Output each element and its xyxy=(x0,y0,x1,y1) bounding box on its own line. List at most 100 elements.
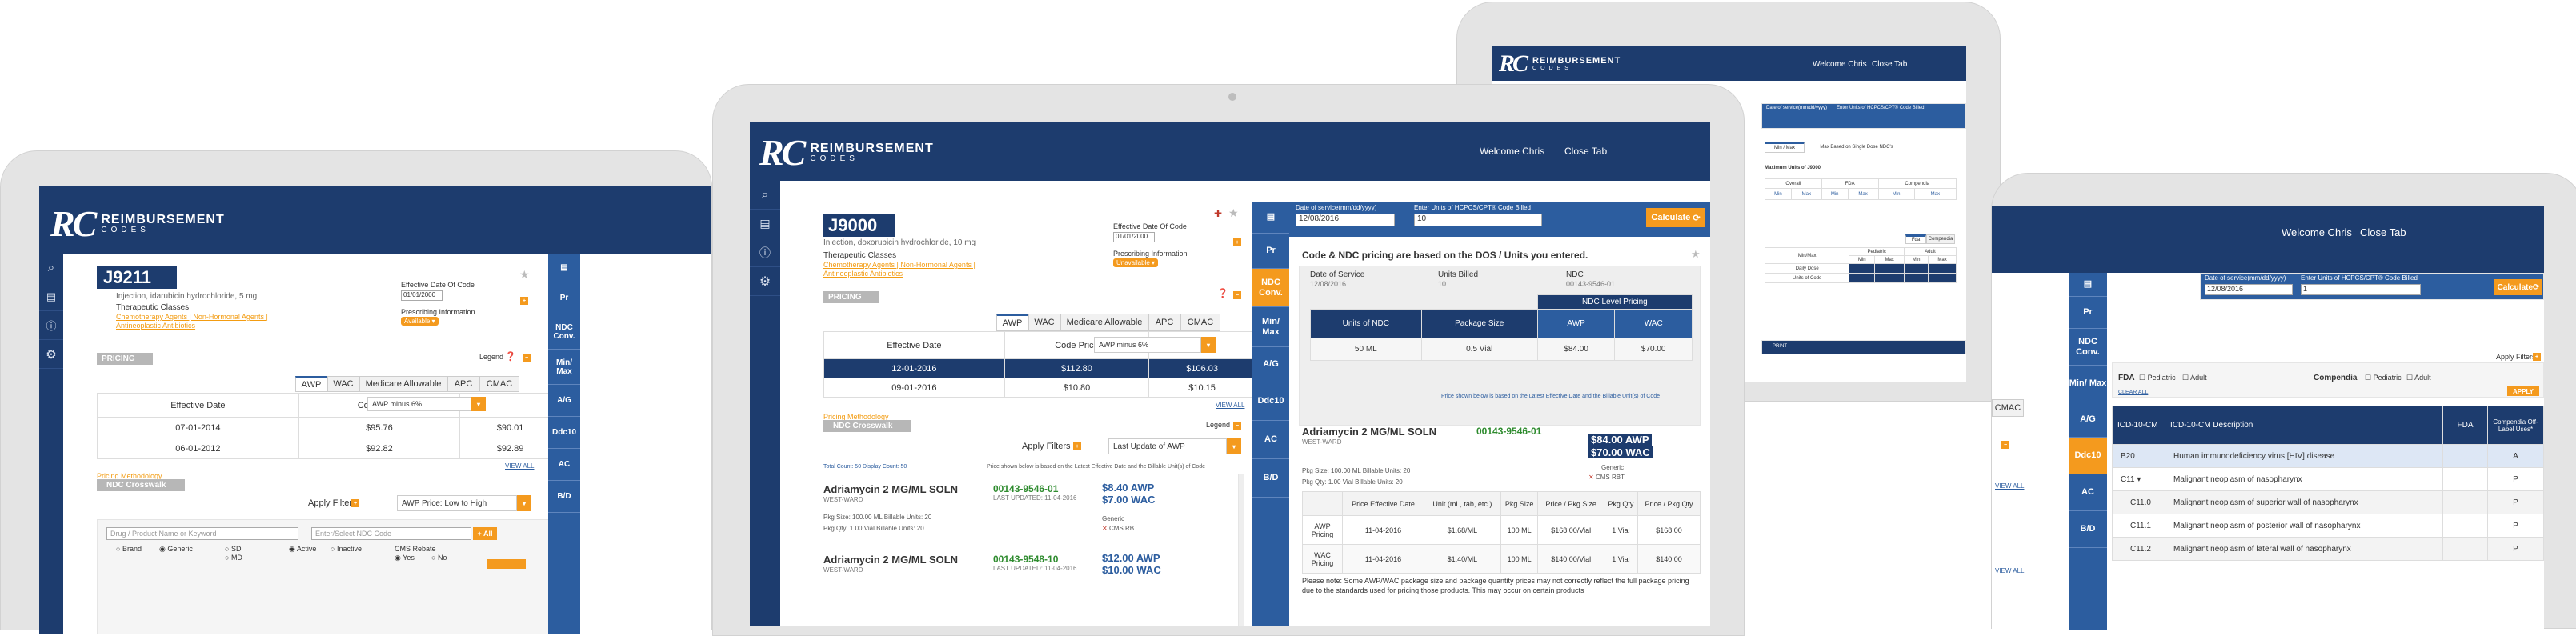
awp-select-toggle[interactable]: ▾ xyxy=(1201,337,1216,353)
close-tab-link[interactable]: Close Tab xyxy=(1872,60,1907,69)
effective-date-field[interactable]: 01/01/2000 xyxy=(401,290,443,301)
nav-ndc-conv[interactable]: NDC Conv. xyxy=(1252,269,1289,307)
nav-pr[interactable]: Pr xyxy=(548,282,580,314)
tab-min-max[interactable]: Min / Max xyxy=(1765,142,1805,153)
therapeutic-link-2[interactable]: Antineoplastic Antibiotics xyxy=(116,322,195,330)
tab-wac[interactable]: WAC xyxy=(327,376,359,392)
cms-no[interactable]: ○ No xyxy=(431,554,447,562)
ndc-code-input[interactable]: Enter/Select NDC Code xyxy=(311,527,471,540)
nav-min-max[interactable]: Min/ Max xyxy=(1252,307,1289,347)
tab-medicare[interactable]: Medicare Allowable xyxy=(1060,314,1148,331)
sort-select[interactable]: Last Update of AWP xyxy=(1108,438,1227,454)
therapeutic-link-1[interactable]: Chemotherapy Agents | Non-Hormonal Agent… xyxy=(116,313,268,321)
nav-ndc-conv[interactable]: NDC Conv. xyxy=(2069,329,2107,366)
help-icon[interactable]: ❓ xyxy=(1217,288,1228,298)
calculate-button[interactable]: Calculate ⟳ xyxy=(2494,279,2542,295)
therapeutic-link-2[interactable]: Antineoplastic Antibiotics xyxy=(823,270,903,278)
nav-bd[interactable]: B/D xyxy=(2069,511,2107,548)
view-all-link-2[interactable]: VIEW ALL xyxy=(1995,567,2024,574)
effective-date-field[interactable]: 01/01/2000 xyxy=(1113,232,1155,242)
tab-cmac[interactable]: CMAC xyxy=(479,376,519,392)
nav-ag[interactable]: A/G xyxy=(2069,402,2107,438)
nav-search-icon[interactable]: ▤ xyxy=(548,254,580,282)
print-button[interactable]: PRINT xyxy=(1773,344,1787,349)
gear-icon[interactable]: ⚙ xyxy=(750,267,780,296)
nav-search-icon[interactable]: ▤ xyxy=(2069,273,2107,297)
calendar-icon[interactable]: ▤ xyxy=(750,210,780,238)
view-all-link[interactable]: VIEW ALL xyxy=(1216,402,1244,409)
calculate-button[interactable]: Calculate ⟳ xyxy=(1646,208,1705,227)
search-icon[interactable]: ⌕ xyxy=(39,254,63,282)
dos-input[interactable]: 12/08/2016 xyxy=(1296,214,1395,226)
tab-apc[interactable]: APC xyxy=(1148,314,1180,331)
prescribing-badge[interactable]: Available ▾ xyxy=(401,317,439,326)
nav-ddc10[interactable]: Ddc10 xyxy=(1252,382,1289,421)
radio-md[interactable]: ○ MD xyxy=(225,554,242,562)
expand-button[interactable]: + xyxy=(1233,238,1241,246)
collapse-button[interactable]: − xyxy=(523,354,531,362)
calendar-icon[interactable]: ▤ xyxy=(39,282,63,311)
radio-generic[interactable]: ◉ Generic xyxy=(159,545,193,554)
tab-cmac[interactable]: CMAC xyxy=(1180,314,1220,331)
search-submit[interactable] xyxy=(487,559,526,569)
nav-bd[interactable]: B/D xyxy=(1252,459,1289,498)
nav-min-max[interactable]: Min/ Max xyxy=(548,350,580,385)
tab-fda[interactable]: Fda xyxy=(1905,234,1926,244)
legend-toggle[interactable]: − xyxy=(1233,422,1241,430)
sort-select-toggle[interactable]: ▾ xyxy=(1227,438,1241,454)
expand-button[interactable]: + xyxy=(520,297,528,305)
help-icon[interactable]: ❓ xyxy=(505,351,516,362)
close-tab-link[interactable]: Close Tab xyxy=(2360,226,2406,238)
awp-select[interactable]: AWP minus 6% xyxy=(367,397,471,411)
drug-ndc[interactable]: 00143-9546-01 xyxy=(993,483,1058,494)
scrollbar[interactable] xyxy=(1238,474,1244,626)
add-all-button[interactable]: + All xyxy=(473,527,497,540)
legend-link[interactable]: Legend xyxy=(479,353,503,361)
view-all-link[interactable]: VIEW ALL xyxy=(505,462,534,470)
nav-min-max[interactable]: Min/ Max xyxy=(2069,366,2107,402)
awp-select[interactable]: AWP minus 6% xyxy=(1094,337,1201,353)
nav-ddc10[interactable]: Ddc10 xyxy=(548,417,580,449)
collapse-button[interactable]: − xyxy=(1233,291,1241,299)
tab-awp[interactable]: AWP xyxy=(996,314,1028,331)
collapse-button[interactable]: − xyxy=(2001,441,2009,449)
close-tab-link[interactable]: Close Tab xyxy=(1564,146,1607,157)
tab-wac[interactable]: WAC xyxy=(1028,314,1060,331)
units-input[interactable]: 10 xyxy=(1414,214,1542,226)
dos-input[interactable]: 12/08/2016 xyxy=(2205,284,2293,295)
drug-ndc-2[interactable]: 00143-9548-10 xyxy=(993,554,1058,565)
units-input[interactable]: 1 xyxy=(2301,284,2421,295)
nav-ag[interactable]: A/G xyxy=(548,385,580,417)
drug-name[interactable]: Adriamycin 2 MG/ML SOLN xyxy=(823,483,958,495)
radio-sd[interactable]: ○ SD xyxy=(225,545,241,553)
nav-ag[interactable]: A/G xyxy=(1252,347,1289,382)
nav-search-icon[interactable]: ▤ xyxy=(1252,202,1289,234)
drug-search-input[interactable]: Drug / Product Name or Keyword xyxy=(106,527,298,540)
awp-select-toggle[interactable]: ▾ xyxy=(471,397,486,411)
check-adult[interactable]: ☐ Adult xyxy=(2182,374,2207,382)
tab-single-dose[interactable]: Max Based on Single Dose NDC's xyxy=(1805,142,1909,153)
sort-select-toggle[interactable]: ▾ xyxy=(517,495,531,511)
apply-filters-button[interactable]: + xyxy=(1073,442,1081,450)
check-adult-comp[interactable]: ☐ Adult xyxy=(2406,374,2431,382)
star-icon[interactable]: ★ xyxy=(1228,206,1239,220)
cms-yes[interactable]: ◉ Yes xyxy=(395,554,415,562)
radio-inactive[interactable]: ○ Inactive xyxy=(331,545,362,553)
drug-name-2[interactable]: Adriamycin 2 MG/ML SOLN xyxy=(823,554,958,566)
therapeutic-link-1[interactable]: Chemotherapy Agents | Non-Hormonal Agent… xyxy=(823,261,976,269)
tab-medicare[interactable]: Medicare Allowable xyxy=(359,376,447,392)
check-ped-comp[interactable]: ☐ Pediatric xyxy=(2365,374,2402,382)
clear-all-link[interactable]: CLEAR ALL xyxy=(2118,390,2148,395)
info-icon[interactable]: ⓘ xyxy=(39,311,63,340)
tab-cmac[interactable]: CMAC xyxy=(1992,399,2024,417)
radio-active[interactable]: ◉ Active xyxy=(289,545,316,554)
apply-filters-button[interactable]: + xyxy=(2533,353,2541,361)
gear-icon[interactable]: ⚙ xyxy=(39,340,63,369)
tab-awp[interactable]: AWP xyxy=(295,376,327,392)
apply-button[interactable]: APPLY xyxy=(2507,386,2539,396)
nav-ac[interactable]: AC xyxy=(1252,421,1289,459)
nav-ac[interactable]: AC xyxy=(2069,474,2107,511)
info-icon[interactable]: ⓘ xyxy=(750,238,780,267)
radio-brand[interactable]: ○ Brand xyxy=(116,545,142,553)
view-all-link[interactable]: VIEW ALL xyxy=(1995,482,2024,490)
